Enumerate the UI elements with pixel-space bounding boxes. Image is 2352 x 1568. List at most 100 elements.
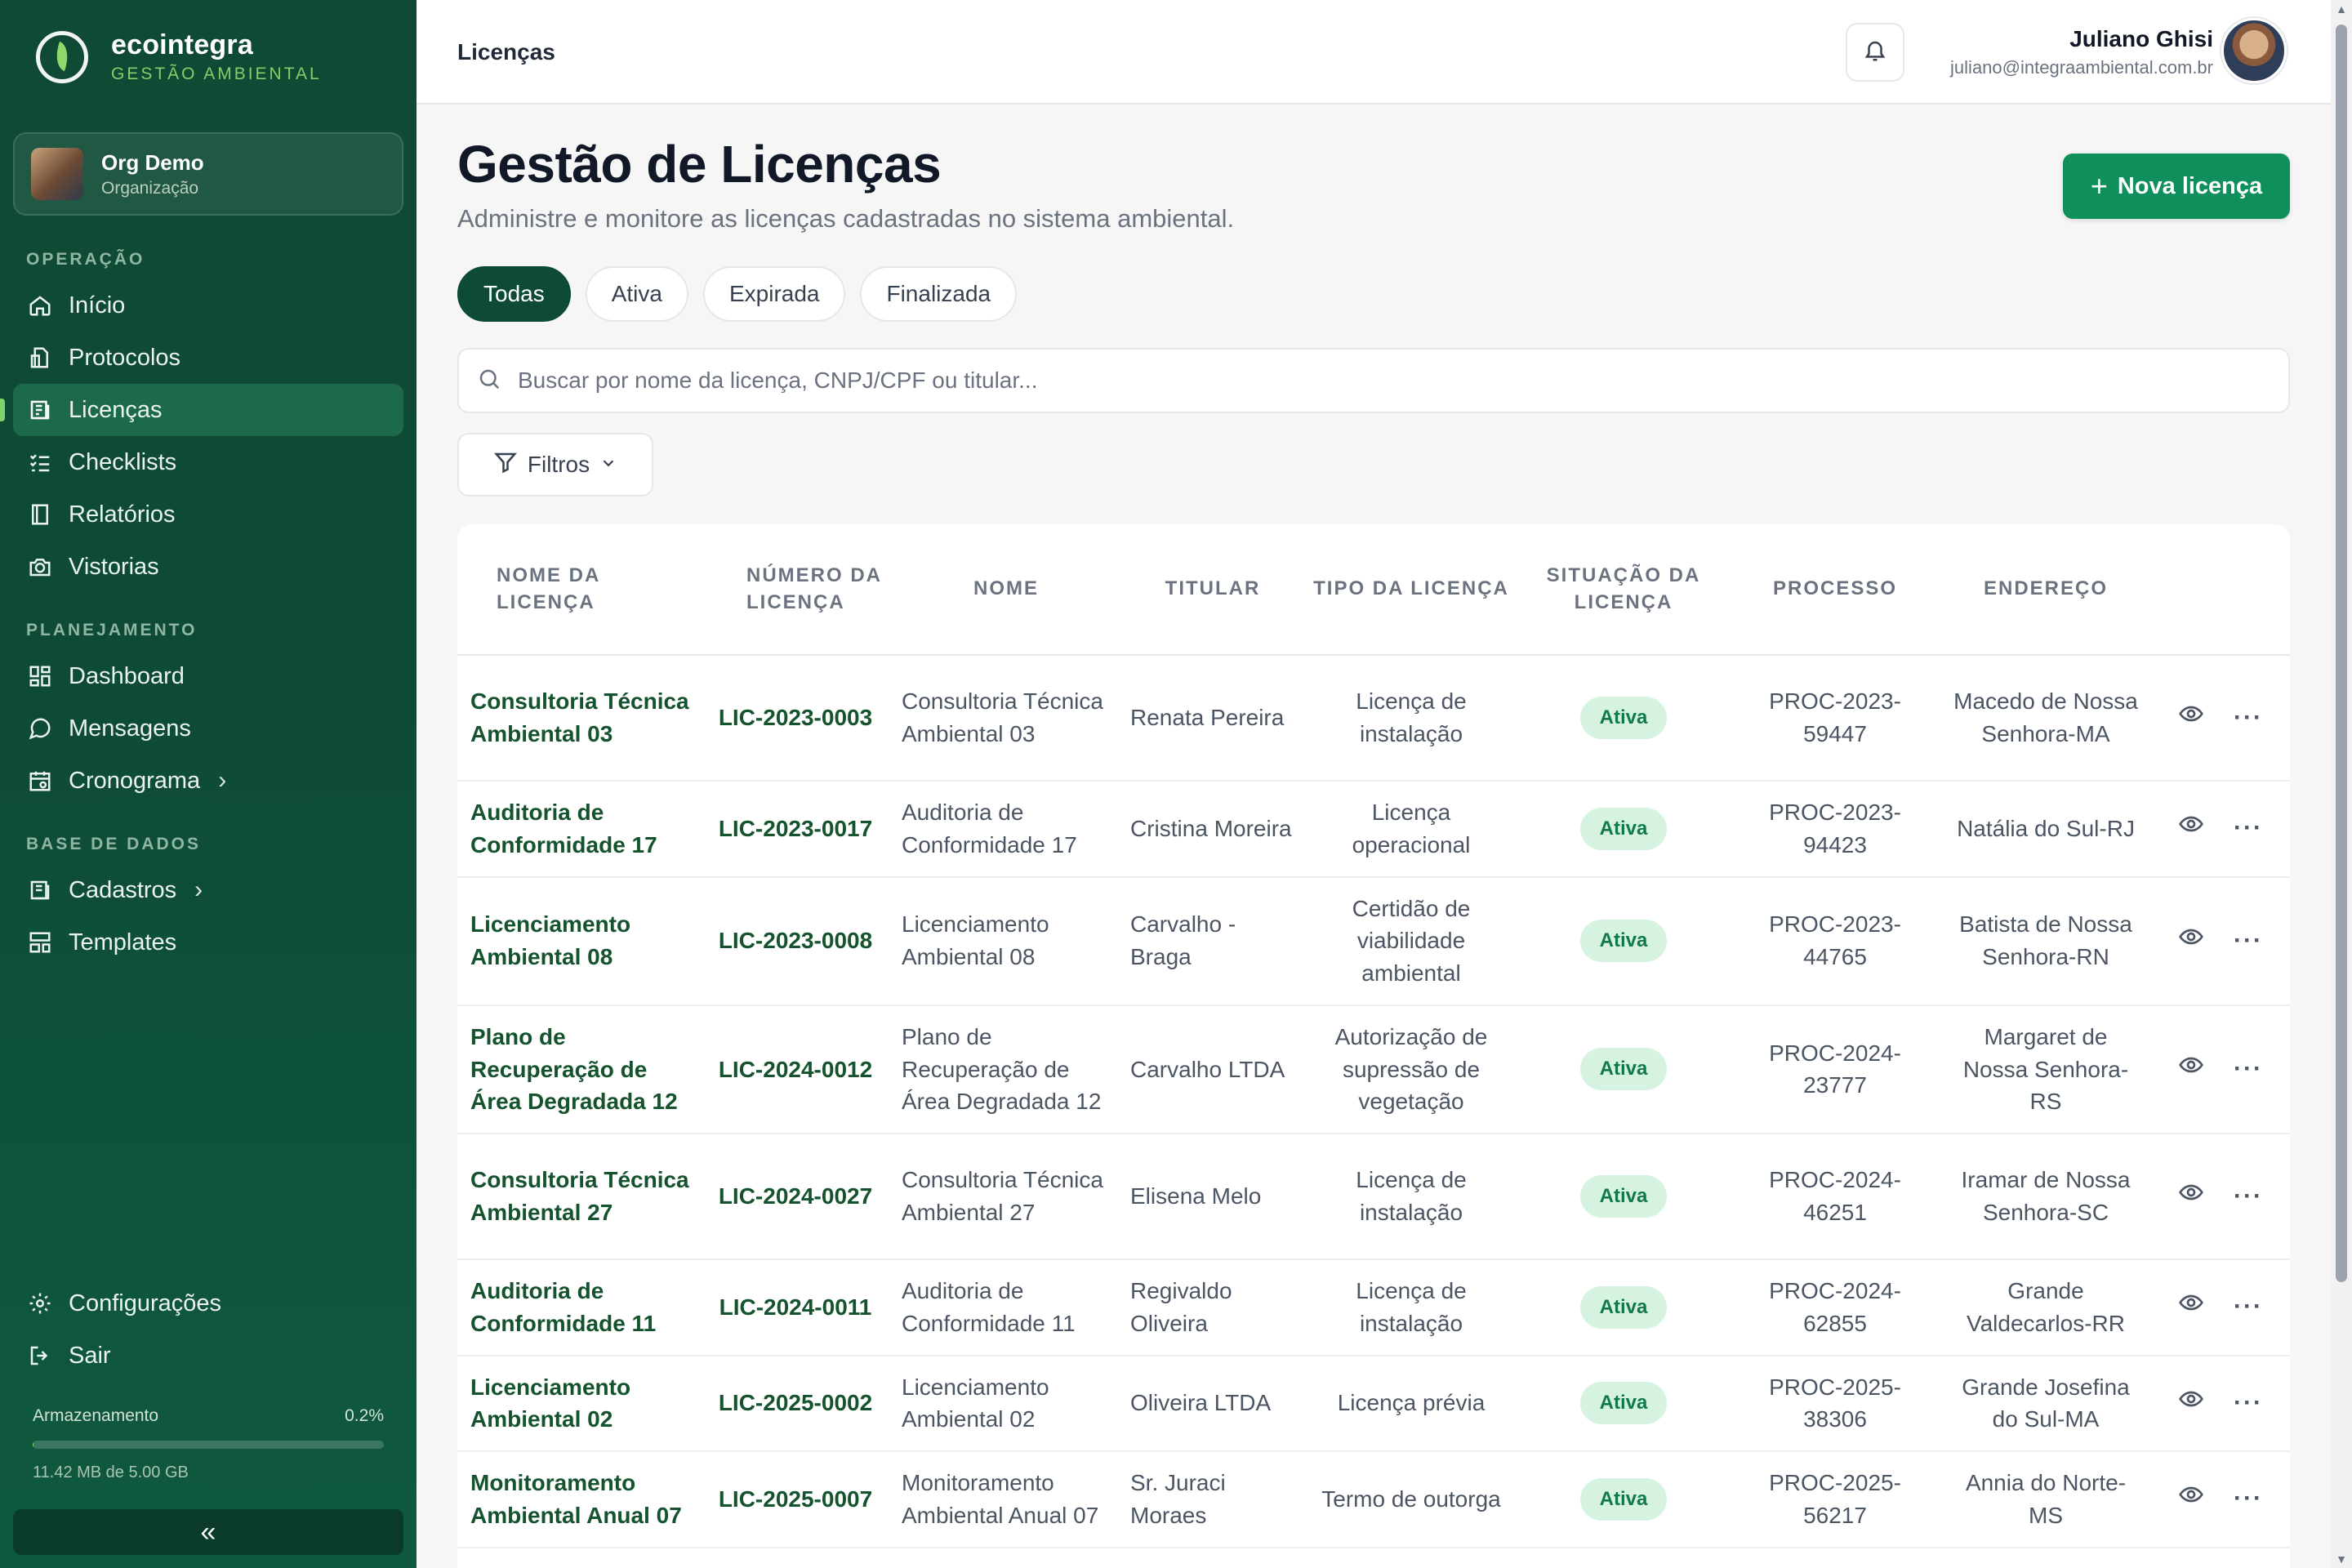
cell-address: Iramar de Nossa Senhora-SC [1940,1134,2151,1260]
table-row[interactable]: Licenciamento Ambiental 02 LIC-2025-0002 L… [457,1355,2290,1452]
table-row[interactable]: Auditoria de Conformidade 11 LIC-2024-001… [457,1259,2290,1356]
scroll-up-arrow-icon[interactable]: ▲ [2336,3,2347,15]
logout-button[interactable]: Sair [13,1330,403,1382]
column-header-nome[interactable]: NOME [892,524,1120,656]
tab-expirada[interactable]: Expirada [702,266,846,322]
view-eye-icon[interactable] [2178,701,2204,736]
filter-icon [493,450,518,480]
user-menu[interactable]: Juliano Ghisi juliano@integraambiental.c… [1950,26,2213,78]
view-eye-icon[interactable] [2178,1481,2204,1517]
sidebar-item-vistorias[interactable]: Vistorias [13,541,403,593]
more-options-icon[interactable]: ··· [2234,811,2263,846]
column-header-processo[interactable]: PROCESSO [1730,524,1940,656]
sidebar-item-label: Protocolos [69,344,181,371]
column-header-endereco[interactable]: ENDEREÇO [1940,524,2151,656]
filters-button[interactable]: Filtros [457,433,653,497]
cell-actions: ··· [2151,781,2290,878]
column-header-numero-licenca[interactable]: NÚMERO DA LICENÇA [699,524,892,656]
status-badge: Ativa [1579,1175,1668,1218]
org-switcher[interactable]: Org Demo Organização [13,132,403,216]
settings-label: Configurações [69,1290,221,1316]
sidebar-item-mensagens[interactable]: Mensagens [13,702,403,755]
cell-address: Grande Josefina do Sul-MA [1940,1355,2151,1452]
table-row[interactable]: Plano de Recuperação de Área Degradada 1… [457,1004,2290,1135]
sidebar-item-templates[interactable]: Templates [13,916,403,969]
filters-label: Filtros [527,452,590,477]
sidebar-item-cadastros[interactable]: Cadastros › [13,864,403,916]
more-options-icon[interactable]: ··· [2234,1290,2263,1325]
cell-status [1517,1547,1730,1568]
cell-actions: ··· [2151,655,2290,782]
avatar[interactable] [2221,18,2287,83]
more-options-icon[interactable]: ··· [2234,924,2263,959]
column-header-nome-licenca[interactable]: NOME DA LICENÇA [457,524,699,656]
cell-status: Ativa [1517,1004,1730,1135]
view-eye-icon[interactable] [2178,1386,2204,1421]
table-row[interactable]: Monitoramento Ambiental Anual 07 LIC-2025… [457,1451,2290,1548]
search-input[interactable] [518,368,2151,394]
sidebar-item-inicio[interactable]: Início [13,279,403,332]
view-eye-icon[interactable] [2178,811,2204,846]
cell-license-name: Consultoria Técnica Ambiental 03 [457,655,699,782]
sidebar-item-label: Vistorias [69,553,159,580]
column-header-titular[interactable]: TITULAR [1120,524,1305,656]
scrollbar-thumb[interactable] [2336,24,2347,1282]
cell-holder: Carvalho - Braga [1120,876,1305,1006]
sidebar-item-checklists[interactable]: Checklists [13,436,403,488]
camera-icon [26,553,54,581]
more-options-icon[interactable]: ··· [2234,1481,2263,1517]
sidebar-item-licencas[interactable]: Licenças [13,384,403,436]
cell-actions: ··· [2151,1355,2290,1452]
cell-holder: Carvalho LTDA [1120,1004,1305,1135]
org-avatar [31,148,83,200]
view-eye-icon[interactable] [2178,1179,2204,1214]
view-eye-icon[interactable] [2178,1052,2204,1087]
sidebar-item-label: Mensagens [69,715,191,742]
column-header-situacao-licenca[interactable]: SITUAÇÃO DA LICENÇA [1517,524,1730,656]
cell-name: Auditoria de Conformidade 17 [892,781,1120,878]
checklist-icon [26,448,54,476]
sidebar-item-cronograma[interactable]: Cronograma › [13,755,403,807]
cell-address: Grande Valdecarlos-RR [1940,1259,2151,1356]
more-options-icon[interactable]: ··· [2234,1386,2263,1421]
tab-ativa[interactable]: Ativa [585,266,688,322]
licenses-table-card: NOME DA LICENÇA NÚMERO DA LICENÇA NOME T… [457,524,2290,1568]
table-row[interactable]: Consultoria Técnica Ambiental 27 LIC-2024… [457,1134,2290,1260]
settings-button[interactable]: Configurações [13,1277,403,1330]
org-type: Organização [101,178,199,198]
scroll-down-arrow-icon[interactable]: ▼ [2336,1553,2347,1565]
sidebar-item-protocolos[interactable]: Protocolos [13,332,403,384]
bell-icon [1863,38,1887,67]
notifications-button[interactable] [1846,23,1904,82]
more-options-icon[interactable]: ··· [2234,1179,2263,1214]
cell-actions: ··· [2151,1259,2290,1356]
cell-status: Ativa [1517,876,1730,1006]
table-row[interactable]: Auditoria de Conformidade 17 LIC-2023-001… [457,781,2290,878]
sidebar-item-label: Cronograma [69,767,201,794]
column-header-tipo-licenca[interactable]: TIPO DA LICENÇA [1305,524,1517,656]
table-row[interactable]: Licenciamento Ambiental 08 LIC-2023-0008 L… [457,876,2290,1006]
more-options-icon[interactable]: ··· [2234,701,2263,736]
brand[interactable]: ecointegra GESTÃO AMBIENTAL [36,29,322,84]
new-license-button[interactable]: + Nova licença [2063,154,2290,219]
scrollbar[interactable]: ▲ ▼ [2331,0,2352,1568]
sidebar-item-dashboard[interactable]: Dashboard [13,650,403,702]
plus-icon: + [2090,169,2108,203]
table-row[interactable]: Sra. [457,1547,2290,1568]
cell-process: PROC-2023-59447 [1730,655,1940,782]
sidebar-item-label: Início [69,292,126,318]
gear-icon [26,1290,54,1317]
view-eye-icon[interactable] [2178,924,2204,959]
sidebar-item-relatorios[interactable]: Relatórios [13,488,403,541]
license-icon [26,396,54,424]
cell-license-number: LIC-2023-0017 [699,781,892,878]
cell-process [1730,1547,1940,1568]
cell-license-number: LIC-2023-0003 [699,655,892,782]
more-options-icon[interactable]: ··· [2234,1052,2263,1087]
cell-name: Auditoria de Conformidade 11 [892,1259,1120,1356]
tab-finalizada[interactable]: Finalizada [860,266,1018,322]
table-row[interactable]: Consultoria Técnica Ambiental 03 LIC-2023… [457,655,2290,782]
collapse-sidebar-button[interactable]: « [13,1509,403,1555]
tab-todas[interactable]: Todas [457,266,571,322]
view-eye-icon[interactable] [2178,1290,2204,1325]
